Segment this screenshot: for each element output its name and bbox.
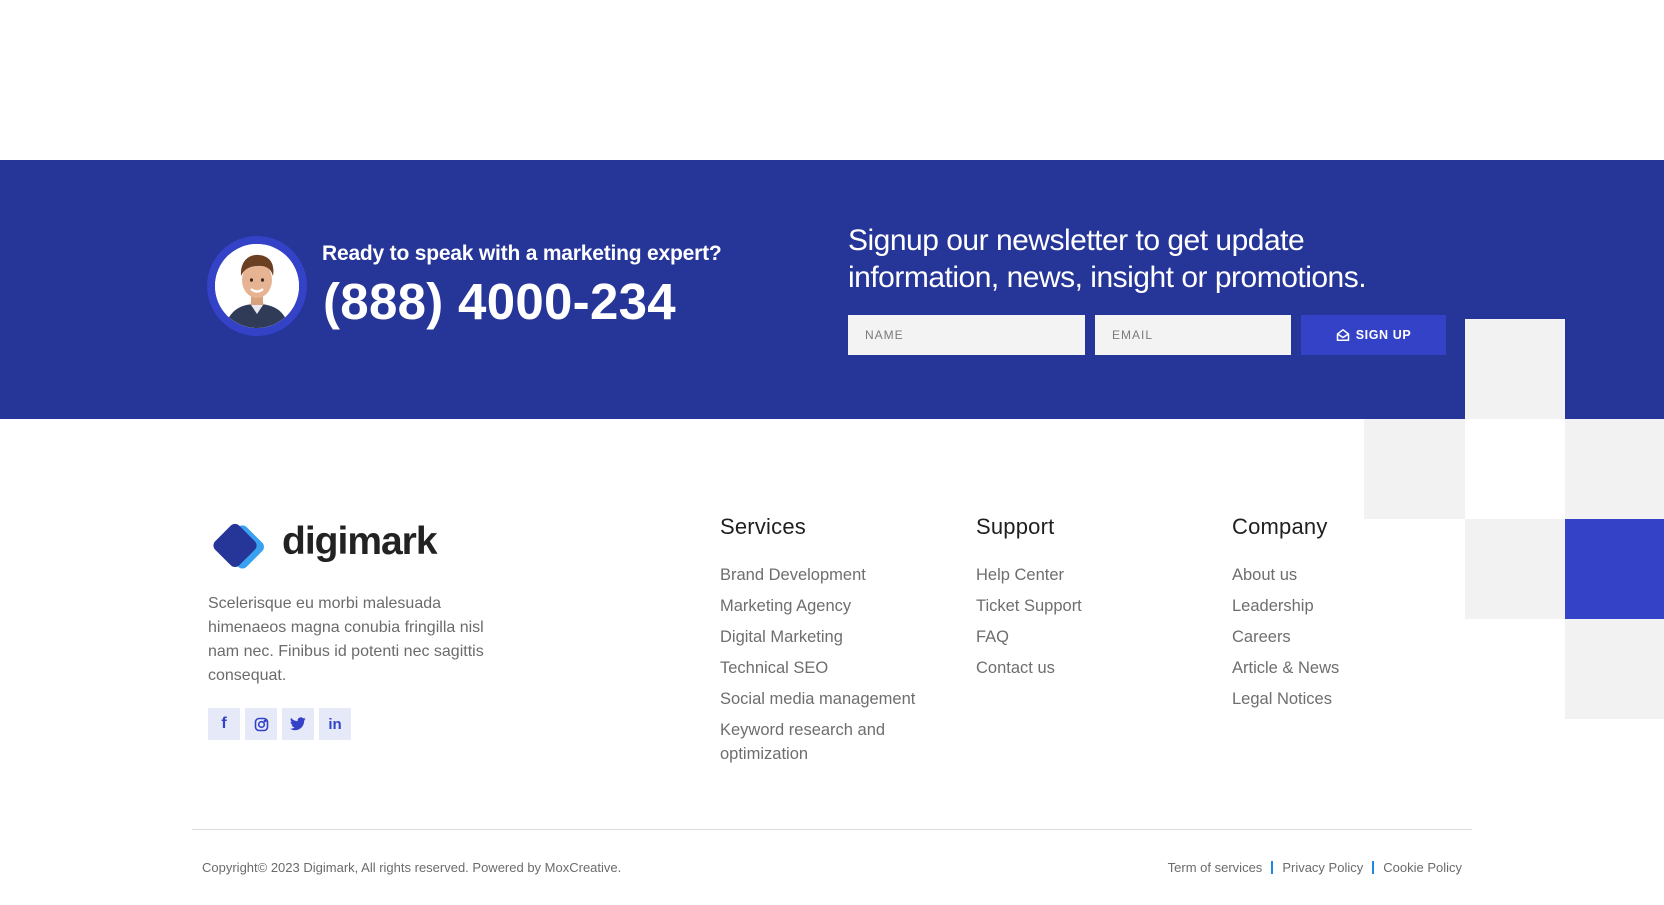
services-link[interactable]: Marketing Agency	[720, 594, 935, 618]
sign-up-label: SIGN UP	[1355, 328, 1412, 342]
decor-square	[1465, 319, 1565, 419]
company-link[interactable]: Careers	[1232, 625, 1432, 649]
link-separator	[1271, 861, 1274, 874]
services-heading: Services	[720, 514, 806, 539]
envelope-open-icon	[1336, 328, 1350, 342]
facebook-icon[interactable]: f	[208, 708, 240, 740]
privacy-policy-link[interactable]: Privacy Policy	[1282, 860, 1363, 875]
services-link[interactable]: Keyword research and optimization	[720, 718, 935, 766]
company-column: Company About us Leadership Careers Arti…	[1232, 514, 1432, 718]
services-link[interactable]: Technical SEO	[720, 656, 935, 680]
services-link[interactable]: Social media management	[720, 687, 935, 711]
support-link[interactable]: Ticket Support	[976, 594, 1176, 618]
support-column: Support Help Center Ticket Support FAQ C…	[976, 514, 1176, 687]
services-link[interactable]: Brand Development	[720, 563, 935, 587]
cta-phone-number[interactable]: (888) 4000-234	[323, 273, 676, 330]
decor-square	[1465, 419, 1565, 519]
linkedin-icon[interactable]: in	[319, 708, 351, 740]
support-link[interactable]: Contact us	[976, 656, 1176, 680]
twitter-icon[interactable]	[282, 708, 314, 740]
link-separator	[1372, 861, 1375, 874]
cookie-policy-link[interactable]: Cookie Policy	[1383, 860, 1462, 875]
decor-square	[1565, 619, 1664, 719]
company-link[interactable]: Legal Notices	[1232, 687, 1432, 711]
copyright-text: Copyright© 2023 Digimark, All rights res…	[202, 860, 622, 875]
name-input[interactable]	[848, 315, 1085, 355]
sign-up-button[interactable]: SIGN UP	[1301, 315, 1446, 355]
support-link[interactable]: Help Center	[976, 563, 1176, 587]
services-column: Services Brand Development Marketing Age…	[720, 514, 935, 773]
instagram-icon[interactable]	[245, 708, 277, 740]
decor-square	[1364, 419, 1465, 519]
support-heading: Support	[976, 514, 1055, 539]
decor-square	[1465, 519, 1565, 619]
company-link[interactable]: Article & News	[1232, 656, 1432, 680]
brand-name: digimark	[282, 520, 438, 563]
brand-description: Scelerisque eu morbi malesuada himenaeos…	[208, 595, 484, 684]
decor-square	[1565, 519, 1664, 619]
legal-links: Term of services Privacy Policy Cookie P…	[1168, 860, 1462, 875]
company-link[interactable]: About us	[1232, 563, 1432, 587]
social-links: f in	[208, 708, 351, 740]
person-portrait-icon	[215, 244, 299, 328]
company-heading: Company	[1232, 514, 1328, 539]
decor-square	[1565, 419, 1664, 519]
logo-diamond-icon	[208, 514, 274, 570]
terms-link[interactable]: Term of services	[1168, 860, 1263, 875]
avatar	[207, 236, 307, 336]
brand-logo[interactable]: digimark	[208, 514, 438, 570]
services-link[interactable]: Digital Marketing	[720, 625, 935, 649]
cta-question: Ready to speak with a marketing expert?	[322, 242, 722, 265]
email-input[interactable]	[1095, 315, 1291, 355]
newsletter-title: Signup our newsletter to get update info…	[848, 224, 1367, 294]
company-link[interactable]: Leadership	[1232, 594, 1432, 618]
support-link[interactable]: FAQ	[976, 625, 1176, 649]
footer-divider	[192, 829, 1472, 830]
